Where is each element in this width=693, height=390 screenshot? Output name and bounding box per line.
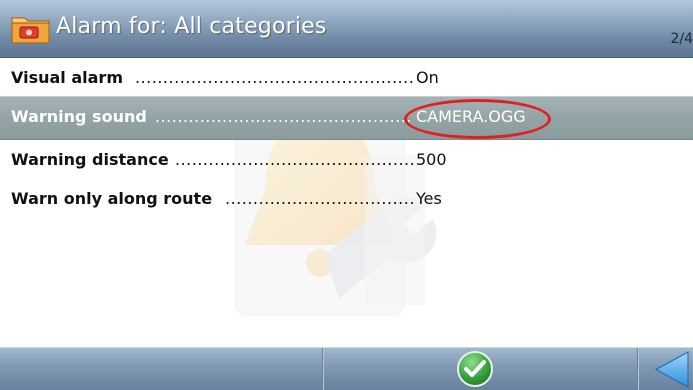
toolbar-divider [637, 348, 639, 390]
setting-value: Yes [416, 189, 442, 208]
setting-label: Warn only along route [11, 189, 213, 208]
page-indicator: 2/4 [670, 31, 693, 47]
setting-label: Warning distance [11, 150, 169, 169]
setting-row-warn-only-along-route[interactable]: Warn only along route ..................… [0, 179, 693, 223]
setting-value: On [416, 68, 439, 87]
setting-row-warning-distance[interactable]: Warning distance .......................… [0, 140, 693, 184]
setting-row-warning-sound[interactable]: Warning sound ..........................… [0, 96, 693, 140]
title-bar: Alarm for: All categories 2/4 [0, 0, 693, 58]
leader-dots: ........................................… [225, 189, 413, 208]
checkmark-icon[interactable] [456, 350, 494, 388]
bottom-toolbar [0, 347, 693, 390]
leader-dots: ........................................… [155, 107, 413, 126]
folder-icon [11, 17, 50, 44]
leader-dots: ........................................… [135, 68, 413, 87]
setting-value: 500 [416, 150, 447, 169]
page-title: Alarm for: All categories [56, 14, 327, 39]
setting-label: Visual alarm [11, 68, 123, 87]
leader-dots: ........................................… [175, 150, 413, 169]
toolbar-divider [322, 348, 324, 390]
setting-label: Warning sound [11, 107, 147, 126]
highlight-circle [404, 99, 551, 139]
back-arrow-icon[interactable] [648, 348, 693, 390]
